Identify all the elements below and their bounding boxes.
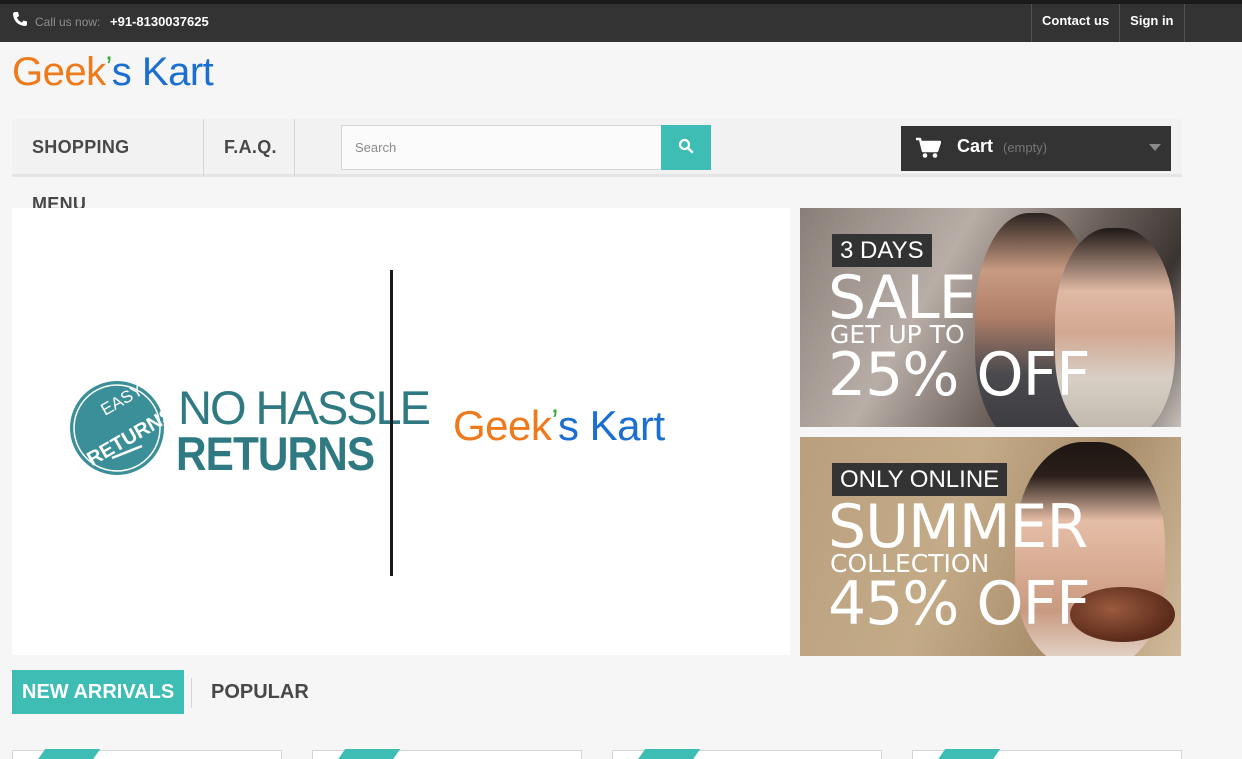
top-nav: Contact us Sign in [1031,4,1185,42]
contact-us-link[interactable]: Contact us [1031,4,1119,42]
product-ribbon [636,749,701,759]
product-card[interactable] [612,749,882,759]
banner-logo-part2: s Kart [558,402,665,449]
product-card[interactable] [312,749,582,759]
search-input[interactable] [341,125,662,170]
logo-part2: s Kart [111,50,214,94]
search-button[interactable] [661,125,711,170]
banner-logo-part1: Geek [453,402,552,449]
cart-button[interactable]: Cart (empty) [901,126,1171,171]
call-number: +91-8130037625 [110,14,209,29]
product-card[interactable] [912,749,1182,759]
easy-returns-badge: EASY RETURNS [70,380,167,475]
top-bar: Call us now: +91-8130037625 Contact us S… [0,0,1242,42]
banner-logo: Geek’s Kart [453,402,665,450]
main-banner[interactable]: EASY RETURNS NO HASSLE RETURNS Geek’s Ka… [12,208,790,655]
product-card[interactable] [12,749,282,759]
main-nav-bar: SHOPPING MENU F.A.Q. Cart (empty) [12,119,1182,214]
tab-new-arrivals[interactable]: NEW ARRIVALS [12,670,185,714]
tab-separator [191,678,192,708]
cart-icon [916,137,941,158]
logo-part1: Geek [12,50,106,94]
sign-in-link[interactable]: Sign in [1119,4,1185,42]
banner-divider [390,270,393,576]
faq-menu-item[interactable]: F.A.Q. [204,119,295,176]
phone-icon [13,12,27,26]
sale-big-text: SALE [828,263,977,333]
cart-label: Cart [957,136,994,156]
product-ribbon [936,749,1001,759]
product-ribbon [36,749,101,759]
sale-percent-text: 25% OFF [828,340,1091,410]
summer-percent-text: 45% OFF [828,569,1091,639]
shopping-menu-item[interactable]: SHOPPING MENU [12,119,204,214]
summer-banner[interactable]: ONLY ONLINE SUMMER COLLECTION 45% OFF [800,437,1181,656]
search-icon [678,138,694,154]
summer-big-text: SUMMER [828,492,1088,562]
banner-logo-apostrophe: ’ [551,403,558,439]
product-ribbon [336,749,401,759]
sale-banner[interactable]: 3 DAYS SALE GET UP TO 25% OFF [800,208,1181,427]
returns-headline: RETURNS [176,427,375,480]
cart-status: (empty) [1003,140,1048,155]
tab-popular[interactable]: POPULAR [211,670,309,714]
site-logo[interactable]: Geek’s Kart [12,50,214,95]
chevron-down-icon [1149,144,1161,151]
call-label: Call us now: [35,15,101,29]
